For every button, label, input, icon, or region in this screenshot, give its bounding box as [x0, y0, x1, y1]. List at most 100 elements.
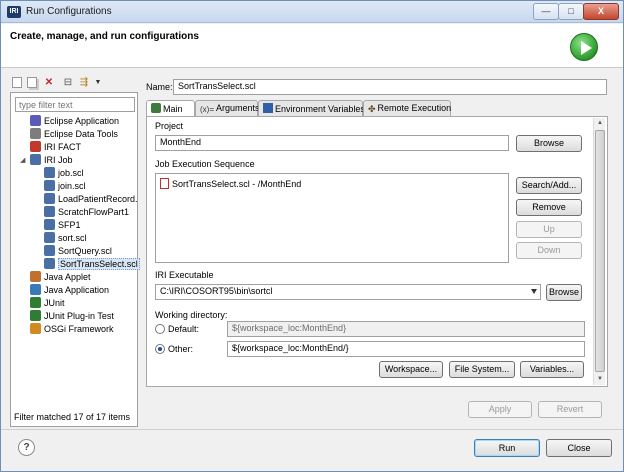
tree-item[interactable]: ScratchFlowPart1 — [44, 206, 129, 219]
remote-execution-icon: ✤ — [368, 104, 376, 114]
eclipse-app-icon — [30, 115, 41, 126]
executable-browse-button[interactable]: Browse — [546, 284, 582, 301]
banner-title: Create, manage, and run configurations — [10, 31, 199, 42]
tree-item-label: IRI FACT — [44, 142, 82, 152]
tab-environment[interactable]: Environment Variables — [258, 100, 365, 116]
tree-item[interactable]: sort.scl — [44, 232, 87, 245]
java-app-icon — [30, 284, 41, 295]
filter-icon[interactable]: ⇶ — [78, 77, 90, 89]
scl-file-icon — [160, 178, 169, 189]
run-banner-icon — [570, 33, 598, 61]
tree-item[interactable]: IRI FACT — [30, 141, 81, 154]
project-group-label: Project — [155, 121, 184, 131]
collapse-all-icon[interactable]: ⊟ — [62, 77, 74, 89]
tab-remote-execution[interactable]: ✤ Remote Execution — [363, 100, 451, 116]
sequence-list[interactable]: SortTransSelect.scl - /MonthEnd — [155, 173, 509, 263]
tree-item-label: SortTransSelect.scl — [58, 258, 140, 270]
close-window-button[interactable]: X — [583, 3, 619, 20]
tree-item[interactable]: SortQuery.scl — [44, 245, 112, 258]
scroll-down-icon[interactable]: ▼ — [594, 374, 606, 385]
tree-item[interactable]: join.scl — [44, 180, 86, 193]
scl-file-icon — [44, 245, 55, 256]
default-radio[interactable] — [155, 324, 165, 334]
variables-button[interactable]: Variables... — [520, 361, 584, 378]
name-label: Name: — [146, 82, 173, 92]
list-item[interactable]: SortTransSelect.scl - /MonthEnd — [160, 178, 301, 189]
scl-file-icon — [44, 206, 55, 217]
project-field[interactable]: MonthEnd — [155, 135, 509, 151]
tree-item-label: JUnit — [44, 298, 65, 308]
minimize-button[interactable]: — — [533, 3, 559, 20]
footer-divider — [1, 429, 623, 430]
tree-item[interactable]: Eclipse Data Tools — [30, 128, 118, 141]
delete-config-icon[interactable]: ✕ — [43, 77, 55, 89]
run-button[interactable]: Run — [474, 439, 540, 457]
default-label: Default: — [168, 324, 200, 334]
filter-input[interactable] — [15, 97, 135, 112]
duplicate-config-icon[interactable] — [27, 77, 37, 88]
tree-item-label: job.scl — [58, 168, 84, 178]
java-applet-icon — [30, 271, 41, 282]
main-tab-icon — [151, 103, 161, 113]
tree-item-label: sort.scl — [58, 233, 87, 243]
workspace-button[interactable]: Workspace... — [379, 361, 443, 378]
tree-item[interactable]: SortTransSelect.scl — [44, 258, 140, 271]
other-dir-field[interactable]: ${workspace_loc:MonthEnd/} — [227, 341, 585, 357]
search-add-button[interactable]: Search/Add... — [516, 177, 582, 194]
run-configurations-window: IRI Run Configurations — □ X Create, man… — [0, 0, 624, 472]
title-bar[interactable]: IRI Run Configurations — □ X — [1, 1, 623, 23]
tree-item-label: LoadPatientRecord. — [58, 194, 138, 204]
executable-combo[interactable]: C:\IRI\COSORT95\bin\sortcl — [155, 284, 541, 300]
tab-main[interactable]: Main — [146, 100, 195, 117]
tab-arguments[interactable]: (x)= Arguments — [195, 100, 260, 116]
maximize-button[interactable]: □ — [558, 3, 584, 20]
down-button[interactable]: Down — [516, 242, 582, 259]
tree-item[interactable]: SFP1 — [44, 219, 81, 232]
chevron-down-icon[interactable] — [531, 289, 537, 294]
tree-item[interactable]: OSGi Framework — [30, 323, 114, 336]
iri-fact-icon — [30, 141, 41, 152]
tab-environment-label: Environment Variables — [275, 104, 365, 114]
scl-file-icon — [44, 232, 55, 243]
tree-item-label: SFP1 — [58, 220, 81, 230]
tree-item-label: IRI Job — [44, 155, 73, 165]
scroll-thumb[interactable] — [595, 130, 605, 372]
project-browse-button[interactable]: Browse — [516, 135, 582, 152]
tree-item[interactable]: JUnit Plug-in Test — [30, 310, 114, 323]
panel-scrollbar[interactable]: ▲ ▼ — [593, 118, 605, 385]
scl-file-icon — [44, 258, 55, 269]
tree-item[interactable]: Java Applet — [30, 271, 91, 284]
tree-item[interactable]: Eclipse Application — [30, 115, 119, 128]
revert-button[interactable]: Revert — [538, 401, 602, 418]
close-button[interactable]: Close — [546, 439, 612, 457]
data-tools-icon — [30, 128, 41, 139]
remove-button[interactable]: Remove — [516, 199, 582, 216]
expand-twisty-icon[interactable]: ◢ — [20, 154, 28, 167]
new-config-icon[interactable] — [12, 77, 22, 88]
header-banner: Create, manage, and run configurations — [1, 24, 623, 68]
scl-file-icon — [44, 219, 55, 230]
apply-button[interactable]: Apply — [468, 401, 532, 418]
junit-plugin-icon — [30, 310, 41, 321]
tree-item[interactable]: LoadPatientRecord. — [44, 193, 138, 206]
tree-item-label: JUnit Plug-in Test — [44, 311, 114, 321]
tree-item[interactable]: JUnit — [30, 297, 65, 310]
tree-item-label: join.scl — [58, 181, 86, 191]
tree-item[interactable]: Java Application — [30, 284, 109, 297]
osgi-icon — [30, 323, 41, 334]
help-icon[interactable]: ? — [18, 439, 35, 456]
up-button[interactable]: Up — [516, 221, 582, 238]
executable-value: C:\IRI\COSORT95\bin\sortcl — [160, 286, 273, 296]
executable-group-label: IRI Executable — [155, 270, 214, 280]
window-title: Run Configurations — [26, 6, 112, 17]
scroll-up-icon[interactable]: ▲ — [594, 118, 606, 129]
config-toolbar: ✕ ⊟ ⇶ ▼ — [10, 75, 138, 91]
tree-item[interactable]: ◢ IRI Job — [20, 154, 73, 167]
view-menu-chevron-down-icon[interactable]: ▼ — [92, 77, 104, 89]
junit-icon — [30, 297, 41, 308]
tree-item-label: Eclipse Application — [44, 116, 120, 126]
other-radio[interactable] — [155, 344, 165, 354]
name-input[interactable]: SortTransSelect.scl — [173, 79, 607, 95]
file-system-button[interactable]: File System... — [449, 361, 515, 378]
tree-item[interactable]: job.scl — [44, 167, 84, 180]
